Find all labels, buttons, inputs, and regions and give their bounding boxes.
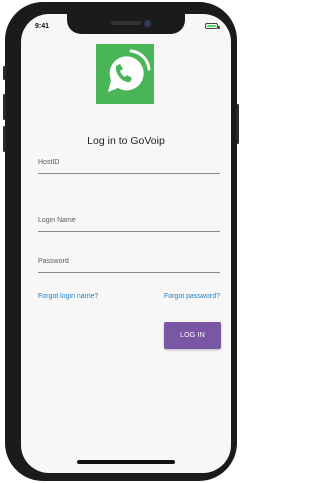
- login-button[interactable]: LOG IN: [164, 322, 221, 349]
- battery-icon: [205, 23, 220, 29]
- forgot-login-link[interactable]: Forgot login name?: [38, 293, 98, 300]
- phone-frame: 9:41 Log in to GoVoip Forgot login name?…: [3, 2, 239, 481]
- mute-switch: [3, 66, 6, 80]
- notch: [67, 14, 185, 34]
- camera-icon: [144, 20, 151, 27]
- login-name-input[interactable]: [38, 209, 220, 232]
- phone-signal-icon: [108, 49, 151, 92]
- home-indicator: [77, 460, 175, 464]
- host-id-input[interactable]: [38, 151, 220, 174]
- app-logo: [96, 44, 154, 104]
- speaker-grille: [111, 21, 141, 25]
- password-input[interactable]: [38, 250, 220, 273]
- volume-up-button: [3, 94, 6, 120]
- volume-down-button: [3, 126, 6, 152]
- host-id-field: [38, 151, 220, 174]
- forgot-password-link[interactable]: Forgot password?: [164, 293, 220, 300]
- login-name-field: [38, 209, 220, 232]
- password-field: [38, 250, 220, 273]
- power-button: [236, 104, 239, 144]
- page-title: Log in to GoVoip: [87, 135, 165, 147]
- screen: 9:41 Log in to GoVoip Forgot login name?…: [21, 14, 231, 473]
- status-time: 9:41: [35, 23, 50, 30]
